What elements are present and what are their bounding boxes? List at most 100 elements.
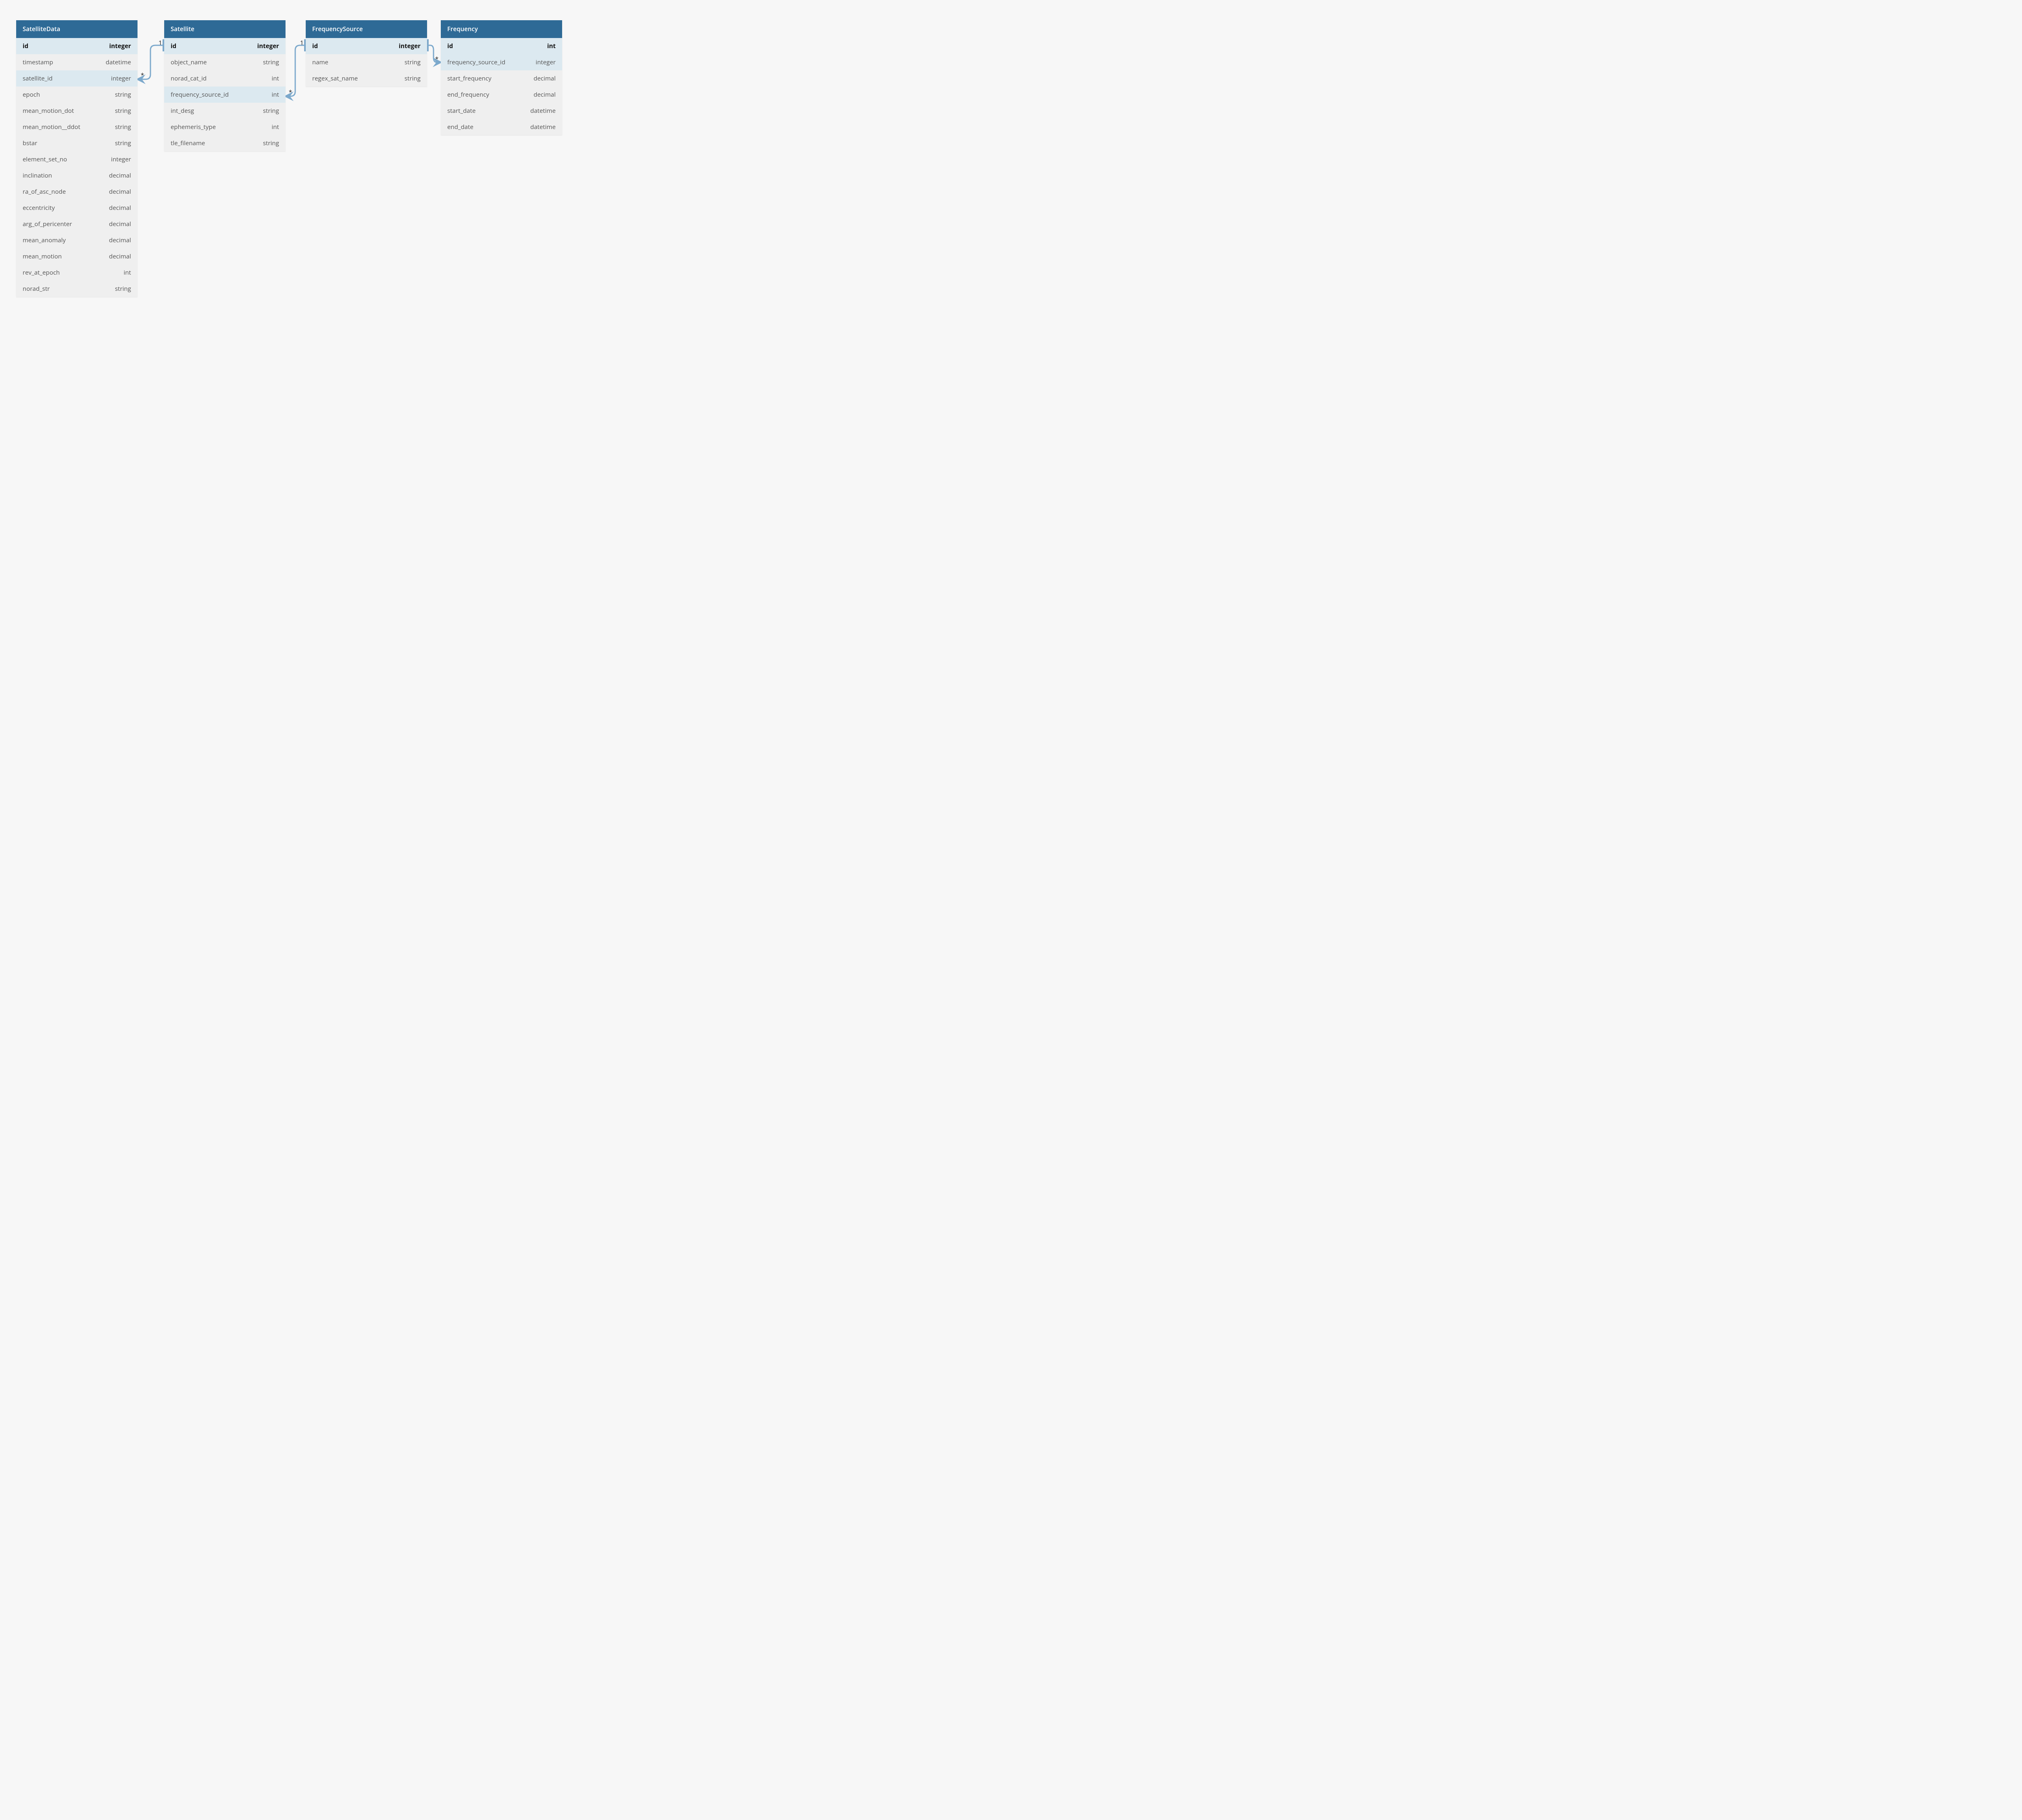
column-type: integer <box>111 74 131 83</box>
column-name: mean_motion__ddot <box>23 123 80 131</box>
column-type: datetime <box>530 107 556 115</box>
column-type: int <box>272 91 279 99</box>
column-row: bstarstring <box>16 135 137 151</box>
column-name: id <box>23 42 28 50</box>
column-name: tle_filename <box>171 139 205 147</box>
column-type: datetime <box>530 123 556 131</box>
column-name: id <box>171 42 176 50</box>
column-type: string <box>404 58 421 66</box>
column-row: object_name string <box>164 54 286 70</box>
column-name: inclination <box>23 171 52 180</box>
column-name: id <box>312 42 318 50</box>
column-row: id integer <box>164 38 286 54</box>
column-name: eccentricity <box>23 204 55 212</box>
column-name: start_frequency <box>447 74 491 83</box>
column-name: norad_cat_id <box>171 74 207 83</box>
column-row: id integer <box>306 38 427 54</box>
column-type: string <box>404 74 421 83</box>
column-row: mean_anomalydecimal <box>16 232 137 248</box>
column-type: string <box>115 91 131 99</box>
column-name: element_set_no <box>23 155 67 163</box>
column-row: ra_of_asc_node decimal <box>16 184 137 200</box>
column-row: inclination decimal <box>16 167 137 184</box>
column-row: mean_motion decimal <box>16 248 137 265</box>
column-type: decimal <box>109 220 131 228</box>
column-type: string <box>115 139 131 147</box>
column-type: integer <box>399 42 421 50</box>
column-name: name <box>312 58 328 66</box>
column-row: satellite_id integer <box>16 70 137 87</box>
column-name: regex_sat_name <box>312 74 358 83</box>
column-name: epoch <box>23 91 40 99</box>
column-row: eccentricity decimal <box>16 200 137 216</box>
column-row: int_desg string <box>164 103 286 119</box>
entity-satellite: Satelliteidintegerobject_namestringnorad… <box>164 20 286 151</box>
column-name: ra_of_asc_node <box>23 188 66 196</box>
column-row: start_frequency decimal <box>441 70 562 87</box>
column-name: rev_at_epoch <box>23 269 60 277</box>
column-name: frequency_source_id <box>447 58 506 66</box>
cardinality-label: 1 <box>300 39 304 47</box>
column-name: mean_motion <box>23 252 62 260</box>
column-row: regex_sat_name string <box>306 70 427 87</box>
column-name: mean_motion_dot <box>23 107 74 115</box>
column-type: decimal <box>109 188 131 196</box>
column-name: timestamp <box>23 58 53 66</box>
column-name: int_desg <box>171 107 194 115</box>
column-row: mean_motion__ddot string <box>16 119 137 135</box>
cardinality-label: * <box>141 71 144 79</box>
column-type: decimal <box>109 171 131 180</box>
column-row: end_frequencydecimal <box>441 87 562 103</box>
column-name: start_date <box>447 107 476 115</box>
column-type: string <box>263 58 279 66</box>
entity-header: Frequency <box>441 20 562 38</box>
column-name: ephemeris_type <box>171 123 216 131</box>
column-row: name string <box>306 54 427 70</box>
column-name: satellite_id <box>23 74 53 83</box>
column-type: integer <box>536 58 556 66</box>
column-row: idint <box>441 38 562 54</box>
column-type: int <box>124 269 131 277</box>
column-type: decimal <box>533 74 556 83</box>
column-name: end_frequency <box>447 91 489 99</box>
column-type: int <box>272 123 279 131</box>
column-row: end_date datetime <box>441 119 562 135</box>
column-type: datetime <box>106 58 131 66</box>
column-type: string <box>115 123 131 131</box>
column-type: decimal <box>109 204 131 212</box>
column-row: id integer <box>16 38 137 54</box>
column-row: frequency_source_id int <box>164 87 286 103</box>
column-name: object_name <box>171 58 207 66</box>
column-row: tle_filename string <box>164 135 286 151</box>
entity-header: SatelliteData <box>16 20 137 38</box>
column-row: ephemeris_type int <box>164 119 286 135</box>
column-type: string <box>115 285 131 293</box>
column-type: string <box>115 107 131 115</box>
entity-frequencysource: FrequencySourceidintegernamestringregex_… <box>306 20 427 87</box>
column-row: element_set_no integer <box>16 151 137 167</box>
column-row: mean_motion_dot string <box>16 103 137 119</box>
column-type: integer <box>257 42 279 50</box>
column-row: timestamp datetime <box>16 54 137 70</box>
cardinality-label: * <box>435 55 438 63</box>
column-name: norad_str <box>23 285 50 293</box>
cardinality-label: * <box>289 88 292 96</box>
column-row: start_date datetime <box>441 103 562 119</box>
column-type: string <box>263 107 279 115</box>
column-row: rev_at_epoch int <box>16 265 137 281</box>
column-name: end_date <box>447 123 474 131</box>
cardinality-label: 1 <box>159 39 162 47</box>
column-row: norad_str string <box>16 281 137 297</box>
column-type: int <box>547 42 556 50</box>
column-type: decimal <box>109 252 131 260</box>
entity-frequency: Frequencyidint frequency_source_id integer… <box>441 20 562 135</box>
column-name: frequency_source_id <box>171 91 229 99</box>
entity-satellitedata: SatelliteData id integer timestamp datetime s… <box>16 20 137 297</box>
column-type: integer <box>109 42 131 50</box>
column-type: integer <box>111 155 131 163</box>
column-type: int <box>272 74 279 83</box>
column-row: epoch string <box>16 87 137 103</box>
column-row: norad_cat_id int <box>164 70 286 87</box>
entity-header: Satellite <box>164 20 286 38</box>
column-type: string <box>263 139 279 147</box>
